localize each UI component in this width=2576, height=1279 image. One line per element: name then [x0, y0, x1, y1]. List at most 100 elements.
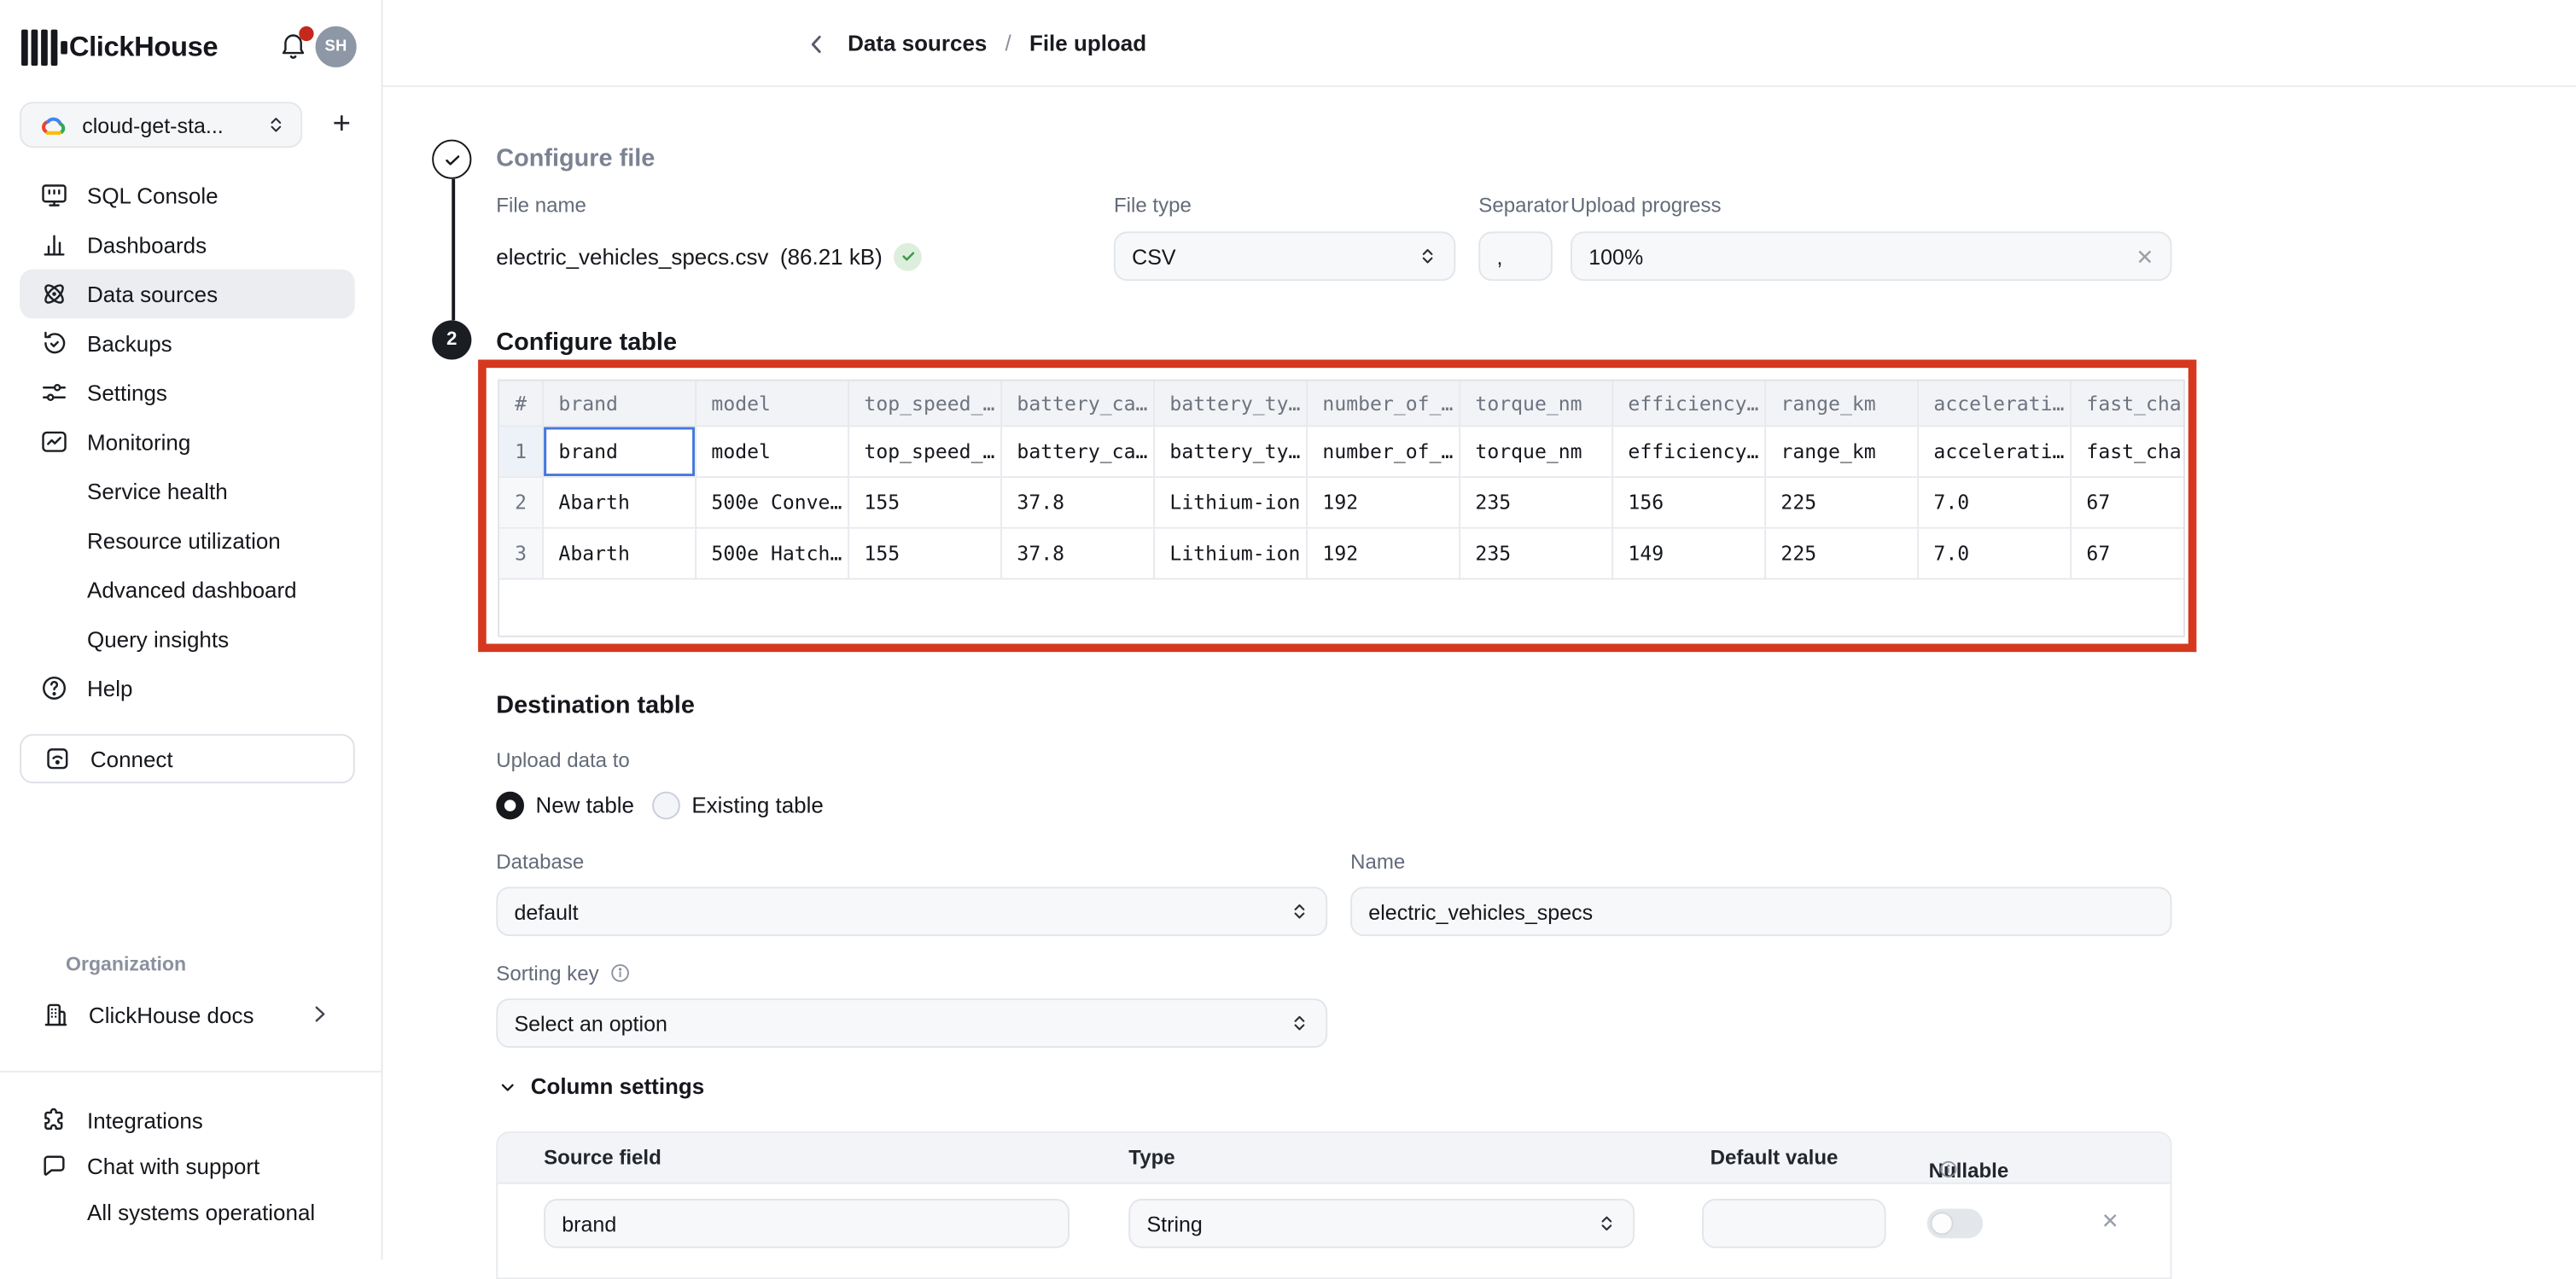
- sidebar-item-resource-utilization[interactable]: Resource utilization: [20, 515, 355, 565]
- cs-header-default: Default value: [1711, 1146, 1839, 1169]
- chevron-down-icon: [498, 1077, 517, 1096]
- preview-data-cell: 500e Hatch…: [696, 529, 849, 578]
- service-name: cloud-get-sta...: [82, 113, 251, 137]
- chevron-right-icon: [307, 1002, 332, 1026]
- sorting-key-select[interactable]: Select an option: [496, 998, 1327, 1048]
- sql-console-icon: [39, 181, 69, 211]
- preview-header-cell[interactable]: efficiency…: [1613, 427, 1766, 476]
- preview-header-row: #brandmodeltop_speed_…battery_ca…battery…: [499, 381, 2185, 427]
- sidebar-item-label: Resource utilization: [87, 528, 281, 553]
- step-connector: [451, 179, 454, 321]
- preview-column-header: torque_nm: [1460, 381, 1613, 426]
- back-button[interactable]: [801, 30, 831, 60]
- info-icon: [1938, 1160, 1958, 1179]
- preview-header-cell[interactable]: number_of_…: [1308, 427, 1460, 476]
- sidebar-item-label: Integrations: [87, 1107, 203, 1132]
- sidebar-item-clickhouse-docs[interactable]: ClickHouse docs: [20, 991, 355, 1040]
- upload-progress-label: Upload progress: [1571, 194, 1722, 217]
- sidebar-item-advanced-dashboard[interactable]: Advanced dashboard: [20, 565, 355, 614]
- sidebar-item-settings[interactable]: Settings: [20, 368, 355, 417]
- data-sources-icon: [39, 279, 69, 309]
- sidebar-item-label: Dashboards: [87, 232, 207, 257]
- sidebar-nav: SQL Console Dashboards Data sources Backups…: [20, 171, 355, 712]
- chevron-up-down-icon: [1597, 1213, 1617, 1233]
- separator-input[interactable]: [1478, 231, 1553, 281]
- nullable-toggle[interactable]: [1927, 1209, 1983, 1239]
- sidebar-item-label: Monitoring: [87, 429, 190, 454]
- column-settings-row: String ✕: [498, 1184, 2170, 1263]
- preview-header-cell[interactable]: accelerati…: [1919, 427, 2072, 476]
- table-name-input[interactable]: [1350, 887, 2171, 936]
- docs-icon: [41, 1000, 71, 1030]
- sidebar-item-label: Settings: [87, 381, 167, 405]
- chevron-up-down-icon: [266, 115, 286, 135]
- preview-row-number: 3: [499, 529, 544, 578]
- radio-existing-table[interactable]: [652, 792, 680, 820]
- sidebar-item-all-systems-operational[interactable]: All systems operational: [20, 1189, 355, 1235]
- database-select[interactable]: default: [496, 887, 1327, 936]
- preview-header-cell[interactable]: fast_cha: [2072, 427, 2185, 476]
- avatar[interactable]: SH: [316, 26, 357, 67]
- service-selector[interactable]: cloud-get-sta...: [20, 102, 302, 148]
- preview-header-cell[interactable]: torque_nm: [1460, 427, 1613, 476]
- info-icon: [609, 962, 630, 984]
- blank-icon: [39, 526, 69, 555]
- breadcrumb-item-data-sources[interactable]: Data sources: [848, 32, 987, 56]
- notification-bell-icon[interactable]: [277, 30, 313, 66]
- backups-icon: [39, 328, 69, 358]
- close-icon[interactable]: ✕: [2136, 246, 2153, 267]
- preview-header-cell[interactable]: brand: [544, 427, 696, 476]
- column-settings-rows: String ✕: [498, 1184, 2170, 1263]
- radio-existing-table-label[interactable]: Existing table: [691, 794, 824, 818]
- preview-header-cell[interactable]: range_km: [1766, 427, 1919, 476]
- destination-title: Destination table: [496, 691, 695, 719]
- preview-header-cell[interactable]: battery_ca…: [1002, 427, 1155, 476]
- sidebar-item-service-health[interactable]: Service health: [20, 467, 355, 516]
- preview-header-cell[interactable]: battery_ty…: [1155, 427, 1308, 476]
- preview-column-header: accelerati…: [1919, 381, 2072, 426]
- preview-column-header: model: [696, 381, 849, 426]
- preview-header-cell[interactable]: model: [696, 427, 849, 476]
- column-settings-toggle[interactable]: Column settings: [498, 1074, 704, 1099]
- sidebar-item-monitoring[interactable]: Monitoring: [20, 417, 355, 467]
- sidebar-item-dashboards[interactable]: Dashboards: [20, 220, 355, 270]
- connect-button[interactable]: Connect: [20, 734, 355, 783]
- source-field-input[interactable]: [544, 1199, 1069, 1248]
- column-settings-header: Source field Type Default value Nullable: [498, 1133, 2170, 1184]
- remove-column-button[interactable]: ✕: [2101, 1211, 2119, 1232]
- help-icon: [39, 673, 69, 703]
- sidebar-item-backups[interactable]: Backups: [20, 318, 355, 368]
- file-type-select[interactable]: CSV: [1114, 231, 1455, 281]
- sidebar-item-sql-console[interactable]: SQL Console: [20, 171, 355, 220]
- sidebar-item-data-sources[interactable]: Data sources: [20, 270, 355, 319]
- notification-dot: [299, 26, 313, 41]
- sidebar-item-chat-with-support[interactable]: Chat with support: [20, 1143, 355, 1189]
- main-header: Data sources / File upload Query preview: [382, 0, 2576, 87]
- sidebar-divider: [0, 1071, 382, 1073]
- preview-data-cell: 37.8: [1002, 529, 1155, 578]
- sidebar-item-query-insights[interactable]: Query insights: [20, 614, 355, 664]
- breadcrumb-item-file-upload[interactable]: File upload: [1029, 32, 1146, 56]
- sorting-key-label: Sorting key: [496, 962, 630, 985]
- sidebar-item-integrations[interactable]: Integrations: [20, 1097, 355, 1143]
- preview-column-header: top_speed_…: [849, 381, 1002, 426]
- step-indicator-1: [432, 140, 471, 179]
- check-icon: [900, 248, 916, 265]
- upload-progress-bar: 100% ✕: [1571, 231, 2171, 281]
- app-window: ClickHouse SH cloud-get-sta...: [0, 0, 2576, 1259]
- upload-data-to-label: Upload data to: [496, 749, 630, 772]
- clickhouse-logo-icon: [21, 28, 67, 67]
- chat-icon: [39, 1151, 69, 1181]
- preview-data-cell: Abarth: [544, 529, 696, 578]
- radio-new-table[interactable]: [496, 792, 524, 820]
- type-select[interactable]: String: [1128, 1199, 1635, 1248]
- radio-new-table-label[interactable]: New table: [535, 794, 634, 818]
- default-value-input[interactable]: [1702, 1199, 1886, 1248]
- sidebar-item-label: Backups: [87, 331, 172, 356]
- sidebar-item-help[interactable]: Help: [20, 664, 355, 713]
- sidebar: ClickHouse SH cloud-get-sta...: [0, 0, 382, 1259]
- preview-row-number: 1: [499, 427, 544, 476]
- add-service-button[interactable]: +: [322, 102, 361, 148]
- preview-header-cell[interactable]: top_speed_…: [849, 427, 1002, 476]
- file-name-text: electric_vehicles_specs.csv: [496, 244, 768, 269]
